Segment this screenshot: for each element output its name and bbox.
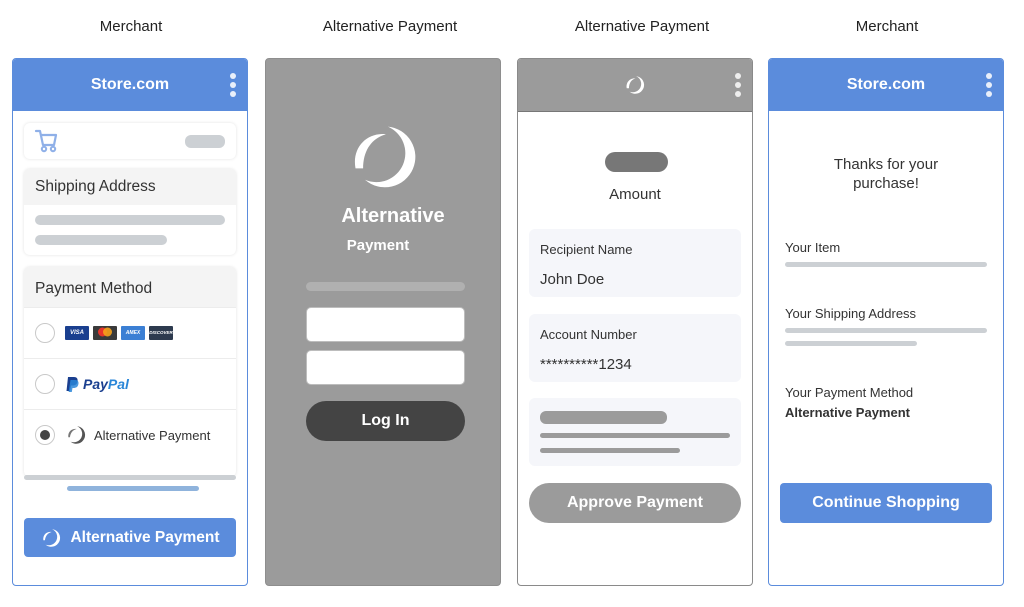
alternative-payment-button-label: Alternative Payment (70, 528, 220, 546)
column-title-merchant-checkout: Merchant (99, 18, 163, 35)
alt-payment-approve-screen: Amount Recipient Name John Doe Account N… (517, 58, 753, 586)
amex-icon: AMEX (121, 326, 145, 340)
thanks-message: Thanks for your purchase! (769, 155, 1003, 193)
subtitle-placeholder (306, 282, 465, 291)
continue-shopping-button-label: Continue Shopping (812, 494, 960, 511)
more-menu-icon[interactable] (735, 73, 741, 97)
address-line-placeholder (35, 215, 225, 225)
alt-payment-header (518, 59, 752, 112)
amount-value-placeholder (605, 152, 668, 172)
discover-icon: DISCOVER (149, 326, 173, 340)
cart-card[interactable] (24, 123, 236, 159)
login-button-label: Log In (361, 412, 410, 429)
login-button[interactable]: Log In (306, 401, 465, 441)
column-title-merchant-confirm: Merchant (855, 18, 919, 35)
account-number-field: Account Number **********1234 (529, 314, 741, 382)
alternative-payment-option-label: Alternative Payment (94, 427, 211, 443)
thanks-line1: Thanks for your (833, 156, 939, 173)
password-input[interactable] (306, 350, 465, 385)
payment-method-card: Payment Method VISA AMEX DISCOVER Pay Pal (24, 267, 236, 477)
paypal-icon (66, 376, 79, 392)
detail-line-placeholder (540, 448, 680, 453)
recipient-name-field: Recipient Name John Doe (529, 229, 741, 297)
column-title-alt-approve: Alternative Payment (574, 18, 710, 35)
alternative-payment-logo-icon (626, 76, 645, 94)
amount-label: Amount (609, 186, 661, 203)
account-number-label: Account Number (540, 327, 637, 342)
link-placeholder[interactable] (67, 486, 199, 491)
continue-shopping-button[interactable]: Continue Shopping (780, 483, 992, 523)
mastercard-icon (93, 326, 117, 340)
cart-icon (34, 129, 58, 153)
details-placeholder-box (529, 398, 741, 466)
store-title: Store.com (846, 76, 926, 93)
address-line-placeholder (35, 235, 167, 245)
payment-method-heading: Payment Method (24, 267, 236, 307)
alternative-payment-logo-icon (354, 126, 416, 188)
your-payment-method-value: Alternative Payment (785, 405, 910, 420)
alternative-payment-button[interactable]: Alternative Payment (24, 518, 236, 557)
radio-alternative-selected[interactable] (35, 425, 55, 445)
paypal-label-pal: Pal (107, 376, 129, 392)
radio-paypal[interactable] (35, 374, 55, 394)
detail-line-placeholder (540, 433, 730, 438)
more-menu-icon[interactable] (230, 73, 236, 97)
payment-option-alternative[interactable]: Alternative Payment (24, 409, 236, 460)
paypal-label-pay: Pay (83, 376, 108, 392)
merchant-checkout-screen: Store.com Shipping Address Payment Metho… (12, 58, 248, 586)
shipping-placeholder (785, 341, 917, 346)
your-item-label: Your Item (785, 240, 841, 255)
payment-option-cards[interactable]: VISA AMEX DISCOVER (24, 307, 236, 358)
more-menu-icon[interactable] (986, 73, 992, 97)
merchant-header: Store.com (13, 59, 247, 111)
alternative-payment-logo-icon (68, 426, 86, 444)
shipping-address-heading: Shipping Address (24, 169, 236, 205)
thanks-line2: purchase! (853, 175, 919, 192)
item-placeholder (785, 262, 987, 267)
visa-icon: VISA (65, 326, 89, 340)
approve-payment-button-label: Approve Payment (566, 494, 704, 511)
store-title: Store.com (90, 76, 170, 93)
detail-title-placeholder (540, 411, 667, 424)
radio-cards[interactable] (35, 323, 55, 343)
approve-payment-button[interactable]: Approve Payment (529, 483, 741, 523)
divider-placeholder (24, 475, 236, 480)
your-payment-method-label: Your Payment Method (785, 385, 914, 400)
username-input[interactable] (306, 307, 465, 342)
your-shipping-address-label: Your Shipping Address (785, 306, 917, 321)
alt-payment-login-screen: Alternative Payment Log In (265, 58, 501, 586)
payment-option-paypal[interactable]: Pay Pal (24, 358, 236, 409)
brand-name-line1: Alternative (341, 205, 445, 227)
account-number-value: **********1234 (540, 356, 632, 373)
merchant-confirmation-screen: Store.com Thanks for your purchase! Your… (768, 58, 1004, 586)
merchant-header: Store.com (769, 59, 1003, 111)
alternative-payment-logo-icon (43, 528, 61, 547)
cart-total-placeholder (185, 135, 225, 148)
shipping-placeholder (785, 328, 987, 333)
column-title-alt-login: Alternative Payment (322, 18, 458, 35)
brand-name-line2: Payment (346, 237, 410, 254)
shipping-address-card[interactable]: Shipping Address (24, 169, 236, 255)
recipient-name-label: Recipient Name (540, 242, 633, 257)
recipient-name-value: John Doe (540, 271, 605, 288)
